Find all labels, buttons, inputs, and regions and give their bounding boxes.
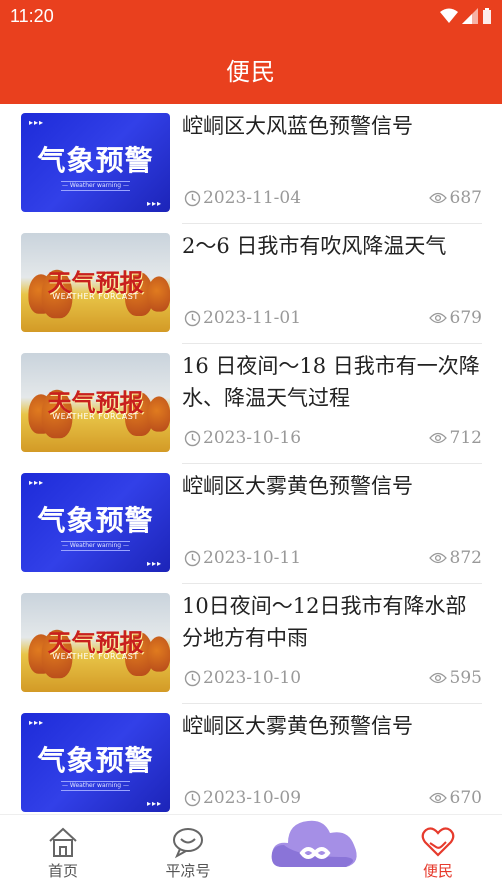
- news-item[interactable]: ▸▸▸ 气象预警 — Weather warning — ▸▸▸ 崆峒区大雾黄色预警信号…: [0, 704, 502, 814]
- weather-warning-thumbnail: ▸▸▸ 气象预警 — Weather warning — ▸▸▸: [21, 113, 170, 212]
- news-title[interactable]: 崆峒区大风蓝色预警信号: [182, 110, 482, 142]
- news-thumbnail[interactable]: ▸▸▸ 气象预警 — Weather warning — ▸▸▸: [21, 473, 170, 572]
- tab-home[interactable]: 首页: [13, 815, 113, 894]
- thumb-dots: ▸▸▸: [146, 559, 162, 568]
- news-date: 2023-10-16: [184, 428, 301, 448]
- clock-icon: [184, 550, 201, 566]
- news-item[interactable]: ▸▸▸ 气象预警 — Weather warning — ▸▸▸ 崆峒区大雾黄色预警信号…: [0, 464, 502, 584]
- eye-icon: [428, 552, 447, 564]
- thumb-subtitle: — Weather warning —: [61, 781, 130, 791]
- thumb-subtitle: WEATHER FORCAST: [52, 412, 139, 421]
- news-views-text: 670: [449, 788, 482, 808]
- weather-forecast-thumbnail: 天气预报 WEATHER FORCAST: [21, 593, 170, 692]
- news-date: 2023-11-04: [184, 188, 301, 208]
- news-meta: 2023-10-11 872: [184, 548, 482, 572]
- thumb-dots: ▸▸▸: [146, 799, 162, 808]
- thumb-dots: ▸▸▸: [146, 199, 162, 208]
- weather-warning-thumbnail: ▸▸▸ 气象预警 — Weather warning — ▸▸▸: [21, 473, 170, 572]
- news-views-text: 679: [449, 308, 482, 328]
- news-title[interactable]: 崆峒区大雾黄色预警信号: [182, 470, 482, 502]
- thumb-title: 气象预警: [37, 144, 154, 177]
- tab-bianmin[interactable]: 便民: [388, 815, 488, 894]
- wifi-icon: [440, 8, 458, 23]
- news-views-text: 595: [449, 668, 482, 688]
- news-meta: 2023-10-10 595: [184, 668, 482, 692]
- status-bar: 11:20: [0, 0, 502, 34]
- weather-warning-thumbnail: ▸▸▸ 气象预警 — Weather warning — ▸▸▸: [21, 713, 170, 812]
- news-thumbnail[interactable]: 天气预报 WEATHER FORCAST: [21, 233, 170, 332]
- news-views: 687: [428, 188, 482, 208]
- news-views-text: 687: [449, 188, 482, 208]
- news-meta: 2023-10-16 712: [184, 428, 482, 452]
- eye-icon: [428, 432, 447, 444]
- thumb-title: 气象预警: [37, 504, 154, 537]
- news-meta: 2023-11-04 687: [184, 188, 482, 212]
- news-thumbnail[interactable]: ▸▸▸ 气象预警 — Weather warning — ▸▸▸: [21, 713, 170, 812]
- clock-icon: [184, 430, 201, 446]
- news-date-text: 2023-11-04: [203, 188, 302, 208]
- center-tab-button[interactable]: [268, 797, 364, 881]
- clock-icon: [184, 310, 201, 326]
- eye-icon: [428, 672, 447, 684]
- home-icon: [49, 827, 77, 857]
- news-item[interactable]: 天气预报 WEATHER FORCAST 10日夜间～12日我市有降水部分地方有中雨…: [0, 584, 502, 704]
- tab-bar: 首页 平凉号 便民: [0, 814, 502, 894]
- clock-icon: [184, 670, 201, 686]
- thumb-dots: ▸▸▸: [29, 718, 45, 727]
- news-date: 2023-10-10: [184, 668, 301, 688]
- thumb-dots: ▸▸▸: [29, 478, 45, 487]
- news-views-text: 712: [449, 428, 482, 448]
- eye-icon: [428, 792, 447, 804]
- news-date-text: 2023-10-11: [203, 548, 302, 568]
- news-views: 712: [428, 428, 482, 448]
- news-date: 2023-11-01: [184, 308, 301, 328]
- status-time: 11:20: [10, 6, 54, 26]
- tab-home-label: 首页: [47, 862, 78, 880]
- thumb-subtitle: — Weather warning —: [61, 181, 130, 191]
- news-views-text: 872: [449, 548, 482, 568]
- news-views: 595: [428, 668, 482, 688]
- clock-icon: [184, 190, 201, 206]
- battery-icon: [483, 8, 491, 24]
- thumb-dots: ▸▸▸: [29, 118, 45, 127]
- heart-hands-icon: [421, 827, 455, 857]
- page-title: 便民: [226, 57, 276, 86]
- app-header: 便民: [0, 34, 502, 104]
- signal-icon: [462, 8, 478, 24]
- news-views: 679: [428, 308, 482, 328]
- news-thumbnail[interactable]: ▸▸▸ 气象预警 — Weather warning — ▸▸▸: [21, 113, 170, 212]
- thumb-subtitle: WEATHER FORCAST: [52, 292, 139, 301]
- news-item[interactable]: 天气预报 WEATHER FORCAST 16 日夜间～18 日我市有一次降水、降温…: [0, 344, 502, 464]
- news-item[interactable]: 天气预报 WEATHER FORCAST 2～6 日我市有吹风降温天气 2023-11…: [0, 224, 502, 344]
- news-title[interactable]: 10日夜间～12日我市有降水部分地方有中雨: [182, 590, 482, 654]
- news-title[interactable]: 崆峒区大雾黄色预警信号: [182, 710, 482, 742]
- news-title[interactable]: 2～6 日我市有吹风降温天气: [182, 230, 482, 262]
- status-icons: [440, 8, 492, 24]
- news-list[interactable]: ▸▸▸ 气象预警 — Weather warning — ▸▸▸ 崆峒区大风蓝色预警信号…: [0, 104, 502, 814]
- weather-forecast-thumbnail: 天气预报 WEATHER FORCAST: [21, 353, 170, 452]
- thumb-subtitle: WEATHER FORCAST: [52, 652, 139, 661]
- clock-icon: [184, 790, 201, 806]
- cloud-infinity-icon: [271, 820, 357, 867]
- news-date-text: 2023-11-01: [203, 308, 302, 328]
- news-meta: 2023-11-01 679: [184, 308, 482, 332]
- news-thumbnail[interactable]: 天气预报 WEATHER FORCAST: [21, 353, 170, 452]
- eye-icon: [428, 312, 447, 324]
- news-date-text: 2023-10-10: [203, 668, 302, 688]
- news-views: 670: [428, 788, 482, 808]
- weather-forecast-thumbnail: 天气预报 WEATHER FORCAST: [21, 233, 170, 332]
- thumb-subtitle: — Weather warning —: [61, 541, 130, 551]
- thumb-title: 气象预警: [37, 744, 154, 777]
- news-views: 872: [428, 548, 482, 568]
- news-title[interactable]: 16 日夜间～18 日我市有一次降水、降温天气过程: [182, 350, 482, 414]
- tab-bianmin-label: 便民: [422, 862, 453, 880]
- eye-icon: [428, 192, 447, 204]
- news-date-text: 2023-10-16: [203, 428, 302, 448]
- tab-pingliang[interactable]: 平凉号: [138, 815, 238, 894]
- tab-pingliang-label: 平凉号: [165, 862, 211, 880]
- news-thumbnail[interactable]: 天气预报 WEATHER FORCAST: [21, 593, 170, 692]
- chat-bubble-icon: [173, 828, 203, 859]
- news-item[interactable]: ▸▸▸ 气象预警 — Weather warning — ▸▸▸ 崆峒区大风蓝色预警信号…: [0, 104, 502, 224]
- news-date: 2023-10-11: [184, 548, 301, 568]
